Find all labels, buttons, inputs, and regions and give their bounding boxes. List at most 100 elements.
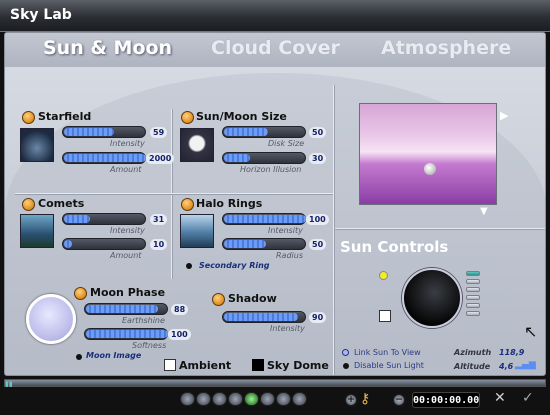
fast-forward-button[interactable] [276,392,291,406]
altitude-value: 4,6 [499,362,514,371]
disable-sun-label: Disable Sun Light [354,361,424,370]
comets-amount-caption: Amount [110,251,142,260]
sunmoon-size-toggle[interactable] [181,111,194,124]
shadow-intensity-caption: Intensity [270,324,305,333]
moon-phase-toggle[interactable] [74,287,87,300]
rewind-start-button[interactable] [180,392,195,406]
comets-intensity-slider[interactable] [62,213,146,225]
earthshine-fill [86,305,158,313]
signal-bars-icon: ▂▄▆ [515,360,536,370]
sunmoon-size-label: Sun/Moon Size [196,110,287,123]
shadow-toggle[interactable] [212,293,225,306]
earthshine-value: 88 [171,304,189,315]
azimuth-value: 118,9 [499,348,525,357]
horizon-illusion-value: 30 [309,153,327,164]
moon-image-bullet [76,354,82,360]
sunmoon-size-thumbnail [180,128,214,162]
softness-value: 100 [168,329,191,340]
comets-amount-fill [64,240,72,248]
comets-thumbnail [20,214,54,248]
stack-seg-3 [466,287,480,292]
halo-rings-thumbnail [180,214,214,248]
link-sun-radio[interactable] [342,349,349,356]
divider-h1 [15,193,333,194]
horizon-illusion-fill [224,154,250,162]
time-display: 00:00:00.00 [412,392,480,408]
title-bar[interactable]: Sky Lab [0,0,550,32]
softness-caption: Softness [132,341,167,350]
tab-cloud-cover[interactable]: Cloud Cover [211,37,340,59]
key-icon[interactable]: ⚷ [360,391,370,407]
softness-slider[interactable] [84,328,168,340]
starfield-amount-caption: Amount [110,165,142,174]
starfield-amount-slider[interactable] [62,152,146,164]
shadow-intensity-fill [224,313,298,321]
disk-size-value: 50 [309,127,327,138]
sky-preview[interactable] [359,103,497,205]
timeline-marker-icon[interactable]: ▮▮ [5,380,13,388]
comets-intensity-caption: Intensity [110,226,145,235]
shadow-intensity-slider[interactable] [222,311,306,323]
comets-label: Comets [38,197,85,210]
halo-intensity-slider[interactable] [222,213,306,225]
halo-intensity-caption: Intensity [268,226,303,235]
step-forward-button[interactable] [260,392,275,406]
sun-controls-title: Sun Controls [340,238,449,256]
sun-direction-knob[interactable] [402,268,462,328]
starfield-toggle[interactable] [22,111,35,124]
halo-intensity-value: 100 [306,214,329,225]
remove-key-button[interactable]: − [393,394,405,406]
halo-rings-toggle[interactable] [181,198,194,211]
play-button[interactable] [244,392,259,406]
secondary-ring-toggle[interactable]: Secondary Ring [199,261,270,270]
moon-image-preview[interactable] [26,294,76,344]
end-button[interactable] [292,392,307,406]
tab-bar: Sun & Moon Cloud Cover Atmosphere [5,33,545,67]
sun-intensity-stack[interactable] [466,271,480,319]
comets-intensity-fill [64,215,90,223]
earthshine-caption: Earthshine [122,316,165,325]
check-icon[interactable]: ✓ [522,390,534,406]
ambient-checkbox[interactable] [164,359,176,371]
sky-dome-checkbox[interactable] [252,359,264,371]
halo-radius-value: 50 [309,239,327,250]
comets-amount-slider[interactable] [62,238,146,250]
window-title: Sky Lab [10,7,72,23]
sun-position-marker[interactable] [424,163,436,175]
disk-size-slider[interactable] [222,126,306,138]
earthshine-slider[interactable] [84,303,168,315]
disable-sun-bullet[interactable] [343,363,349,369]
close-x-icon[interactable]: ✕ [494,390,506,406]
stack-seg-1 [466,271,480,276]
sun-square-toggle[interactable] [379,310,391,322]
tab-atmosphere[interactable]: Atmosphere [381,37,511,59]
preview-right-arrow-icon[interactable]: ▶ [500,109,508,122]
stack-seg-6 [466,311,480,316]
add-key-button[interactable]: + [345,394,357,406]
horizon-illusion-slider[interactable] [222,152,306,164]
divider-v2 [333,85,334,375]
sky-lab-window: Sky Lab Sun & Moon Cloud Cover Atmospher… [0,0,550,415]
halo-radius-slider[interactable] [222,238,306,250]
softness-fill [86,330,168,338]
ambient-label: Ambient [179,359,232,372]
tab-sun-moon[interactable]: Sun & Moon [43,37,172,59]
timeline-scrubber[interactable] [4,379,546,387]
starfield-intensity-fill [64,128,114,136]
step-back-button[interactable] [196,392,211,406]
stop-button[interactable] [228,392,243,406]
stack-seg-4 [466,295,480,300]
starfield-thumbnail [20,128,54,162]
preview-down-arrow-icon[interactable]: ▼ [480,206,488,217]
starfield-intensity-slider[interactable] [62,126,146,138]
comets-toggle[interactable] [22,198,35,211]
starfield-amount-fill [64,154,146,162]
halo-radius-fill [224,240,266,248]
moon-image-link[interactable]: Moon Image [86,351,141,360]
sun-color-dot[interactable] [379,271,388,280]
mouse-cursor-icon: ↖ [524,322,538,341]
halo-rings-label: Halo Rings [196,197,263,210]
stack-seg-2 [466,279,480,284]
play-back-button[interactable] [212,392,227,406]
starfield-intensity-caption: Intensity [110,139,145,148]
